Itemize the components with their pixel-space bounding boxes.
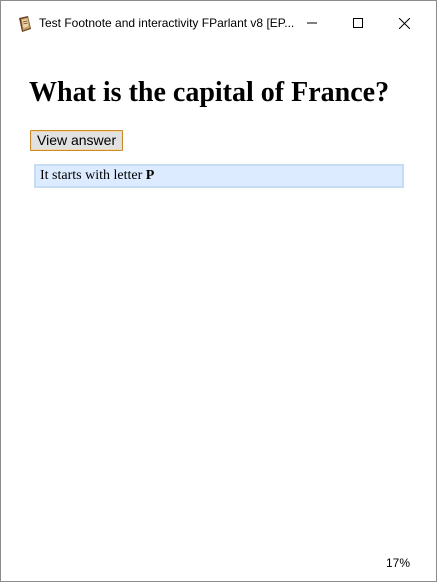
hint-box: It starts with letter P [34, 164, 404, 188]
close-button[interactable] [381, 1, 427, 45]
question-heading: What is the capital of France? [29, 77, 390, 108]
maximize-button[interactable] [335, 1, 381, 45]
title-bar[interactable]: Test Footnote and interactivity FParlant… [1, 1, 436, 45]
view-answer-button[interactable]: View answer [30, 130, 124, 151]
maximize-icon [353, 18, 363, 28]
window-title: Test Footnote and interactivity FParlant… [39, 16, 295, 30]
progress-indicator: 17% [385, 556, 410, 570]
hint-text: It starts with letter [40, 168, 146, 183]
reader-content[interactable]: What is the capital of France? View answ… [1, 45, 436, 581]
app-window: Test Footnote and interactivity FParlant… [0, 0, 437, 582]
minimize-icon [307, 22, 317, 24]
hint-letter: P [145, 168, 155, 183]
close-icon [398, 17, 410, 29]
ebook-app-icon[interactable] [17, 15, 33, 33]
minimize-button[interactable] [289, 1, 335, 45]
